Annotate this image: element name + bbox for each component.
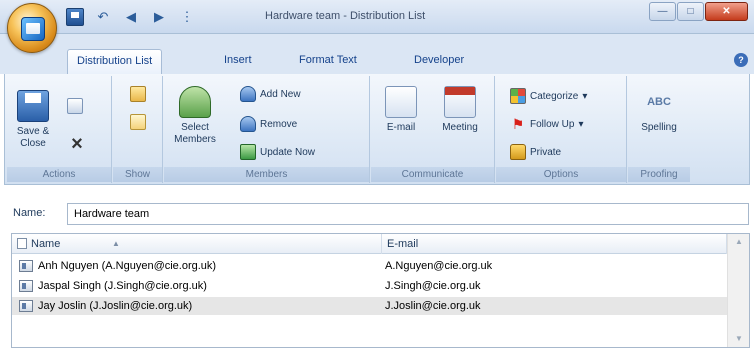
member-email: A.Nguyen@cie.org.uk (385, 260, 493, 272)
meeting-icon (444, 86, 476, 118)
member-name: Jay Joslin (J.Joslin@cie.org.uk) (38, 300, 193, 312)
group-members: Select Members Add New Remove Update Now… (164, 76, 370, 183)
add-new-icon (240, 86, 256, 102)
tab-developer[interactable]: Developer (405, 49, 473, 74)
help-icon[interactable]: ? (734, 53, 748, 67)
member-email: J.Joslin@cie.org.uk (385, 300, 481, 312)
update-now-button[interactable]: Update Now (240, 144, 315, 160)
table-row[interactable]: Jaspal Singh (J.Singh@cie.org.uk) J.Sing… (12, 277, 727, 295)
customize-icon[interactable]: ⋮ (178, 8, 196, 26)
save-close-icon (17, 90, 49, 122)
window-title: Hardware team - Distribution List (265, 10, 426, 22)
meeting-button[interactable]: Meeting (433, 86, 487, 134)
window-controls: — □ ✕ (649, 2, 748, 21)
select-members-icon (179, 86, 211, 118)
redo-icon[interactable]: ◀ (122, 8, 140, 26)
add-new-button[interactable]: Add New (240, 86, 301, 102)
table-row[interactable]: Jay Joslin (J.Joslin@cie.org.uk) J.Josli… (12, 297, 727, 315)
ribbon: Save & Close × Actions Show Select Membe… (4, 74, 750, 185)
members-list: Name ▲ E-mail Anh Nguyen (A.Nguyen@cie.o… (11, 233, 750, 348)
update-now-icon (240, 144, 256, 160)
chevron-down-icon: ▾ (582, 90, 588, 102)
group-options: Categorize ▾ ⚑ Follow Up ▾ Private Optio… (496, 76, 627, 183)
remove-label: Remove (260, 118, 298, 130)
meeting-label: Meeting (442, 122, 478, 133)
scroll-down-icon[interactable]: ▼ (728, 331, 750, 347)
email-label: E-mail (386, 122, 416, 133)
contact-card-icon (19, 280, 33, 292)
member-name: Jaspal Singh (J.Singh@cie.org.uk) (38, 280, 207, 292)
contact-card-icon (19, 300, 33, 312)
email-icon (385, 86, 417, 118)
private-label: Private (530, 146, 562, 158)
group-label-communicate: Communicate (371, 167, 494, 182)
flag-icon: ⚑ (511, 116, 525, 132)
minimize-icon[interactable]: — (649, 2, 676, 21)
maximize-icon[interactable]: □ (677, 2, 704, 21)
group-label-show: Show (113, 167, 162, 182)
column-header-name[interactable]: Name ▲ (12, 234, 382, 254)
contact-card-icon (19, 260, 33, 272)
tab-insert[interactable]: Insert (215, 49, 261, 74)
delete-icon[interactable]: × (69, 134, 85, 154)
lock-icon (510, 144, 526, 160)
group-communicate: E-mail Meeting Communicate (371, 76, 495, 183)
select-members-button[interactable]: Select Members (172, 86, 218, 146)
tab-format-text[interactable]: Format Text (290, 49, 366, 74)
sort-arrow-icon: ▲ (112, 239, 120, 248)
follow-up-button[interactable]: ⚑ Follow Up ▾ (510, 116, 584, 132)
remove-icon (240, 116, 256, 132)
column-header-email[interactable]: E-mail (382, 234, 727, 254)
forward-icon[interactable]: ▶ (150, 8, 168, 26)
contact-card-icon (17, 238, 27, 249)
add-new-label: Add New (260, 88, 301, 100)
follow-up-label: Follow Up (530, 118, 575, 130)
undo-icon[interactable]: ↶ (94, 8, 112, 26)
group-actions: Save & Close × Actions (7, 76, 112, 183)
update-now-label: Update Now (260, 146, 316, 158)
save-close-label: Save & Close (16, 126, 50, 149)
name-field[interactable] (67, 203, 749, 225)
name-label: Name: (13, 207, 46, 219)
scroll-up-icon[interactable]: ▲ (728, 234, 750, 250)
table-row[interactable]: Anh Nguyen (A.Nguyen@cie.org.uk) A.Nguye… (12, 257, 727, 275)
show-list-icon[interactable] (130, 86, 146, 102)
name-row: Name: (0, 201, 754, 227)
copy-icon[interactable] (67, 98, 83, 114)
group-label-options: Options (496, 167, 626, 182)
list-header: Name ▲ E-mail (12, 234, 727, 254)
office-button-icon[interactable] (7, 3, 57, 53)
group-show: Show (113, 76, 163, 183)
save-close-button[interactable]: Save & Close (13, 90, 53, 150)
group-proofing: ABC Spelling Proofing (628, 76, 690, 183)
column-name-label: Name (31, 238, 61, 250)
member-name: Anh Nguyen (A.Nguyen@cie.org.uk) (38, 260, 217, 272)
email-button[interactable]: E-mail (377, 86, 425, 134)
title-bar: ↶ ◀ ▶ ⋮ Hardware team - Distribution Lis… (0, 0, 754, 34)
vertical-scrollbar[interactable]: ▲ ▼ (727, 234, 749, 347)
group-label-actions: Actions (7, 167, 111, 182)
private-button[interactable]: Private (510, 144, 561, 160)
close-icon[interactable]: ✕ (705, 2, 748, 21)
ribbon-tab-bar: Distribution List Insert Format Text Dev… (0, 34, 754, 74)
chevron-down-icon: ▾ (578, 118, 584, 130)
save-icon[interactable] (66, 8, 84, 26)
remove-button[interactable]: Remove (240, 116, 297, 132)
categorize-label: Categorize (530, 90, 579, 102)
categorize-icon (510, 88, 526, 104)
show-notes-icon[interactable] (130, 114, 146, 130)
member-email: J.Singh@cie.org.uk (385, 280, 481, 292)
group-label-proofing: Proofing (628, 167, 690, 182)
select-members-label: Select Members (174, 122, 216, 145)
quick-access-toolbar: ↶ ◀ ▶ ⋮ (66, 8, 196, 26)
spelling-label: Spelling (641, 122, 677, 133)
spelling-icon: ABC (647, 96, 671, 108)
group-label-members: Members (164, 167, 369, 182)
categorize-button[interactable]: Categorize ▾ (510, 88, 587, 104)
spelling-button[interactable]: ABC Spelling (635, 86, 683, 134)
tab-distribution-list[interactable]: Distribution List (67, 49, 163, 74)
